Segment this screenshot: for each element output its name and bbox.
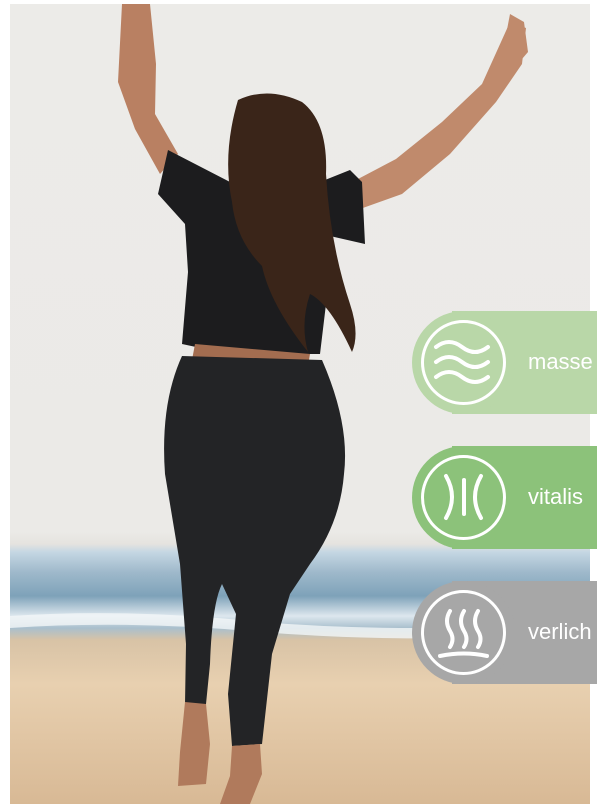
badge-relieve: verlich (412, 581, 597, 684)
page: masse vitalis verlich (0, 0, 597, 808)
badge-circle (412, 311, 515, 414)
badge-massage: masse (412, 311, 597, 414)
badge-label: verlich (528, 619, 592, 644)
badge-vitalise: vitalis (412, 446, 597, 549)
badge-circle (412, 581, 515, 684)
waves-icon (421, 320, 506, 405)
heat-icon (421, 590, 506, 675)
badge-label: masse (528, 349, 593, 374)
badge-circle (412, 446, 515, 549)
energy-icon (421, 455, 506, 540)
badge-label: vitalis (528, 484, 584, 509)
